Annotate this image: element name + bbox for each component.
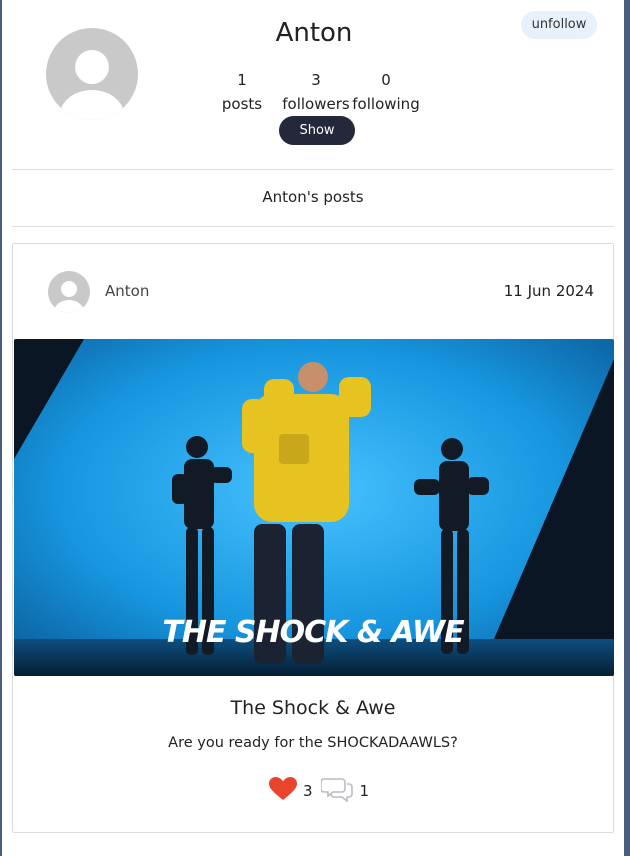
post-card[interactable]: Anton 11 Jun 2024 THE SHOCK & AWE The Sh… (12, 243, 614, 833)
comment-icon[interactable] (319, 776, 355, 806)
post-image-caption: THE SHOCK & AWE (162, 615, 465, 650)
stat-following: 0 following (350, 70, 422, 114)
posts-count: 1 (237, 71, 247, 89)
posts-heading: Anton's posts (262, 188, 364, 206)
divider (12, 226, 614, 227)
heart-icon[interactable] (269, 777, 297, 805)
unfollow-button[interactable]: unfollow (521, 11, 597, 39)
profile-page: Anton unfollow 1 posts 3 followers 0 fol… (2, 0, 624, 856)
post-author[interactable]: Anton (105, 282, 149, 300)
post-author-avatar[interactable] (48, 271, 90, 313)
post-title: The Shock & Awe (230, 697, 396, 719)
profile-avatar (46, 28, 138, 120)
post-text: Are you ready for the SHOCKADAAWLS? (168, 735, 458, 751)
followers-label: followers (282, 95, 350, 113)
like-count: 3 (303, 782, 313, 800)
following-count: 0 (381, 71, 391, 89)
post-date: 11 Jun 2024 (503, 282, 594, 300)
reactions-bar: 3 1 (269, 776, 370, 806)
stat-posts: 1 posts (217, 70, 267, 114)
comment-count: 1 (359, 782, 370, 800)
divider (12, 169, 614, 170)
show-button[interactable]: Show (279, 116, 355, 145)
stat-followers: 3 followers (278, 70, 354, 114)
profile-name: Anton (275, 18, 353, 48)
following-label: following (352, 95, 420, 113)
posts-label: posts (221, 95, 263, 113)
followers-count: 3 (311, 71, 321, 89)
post-image[interactable]: THE SHOCK & AWE (14, 339, 614, 676)
